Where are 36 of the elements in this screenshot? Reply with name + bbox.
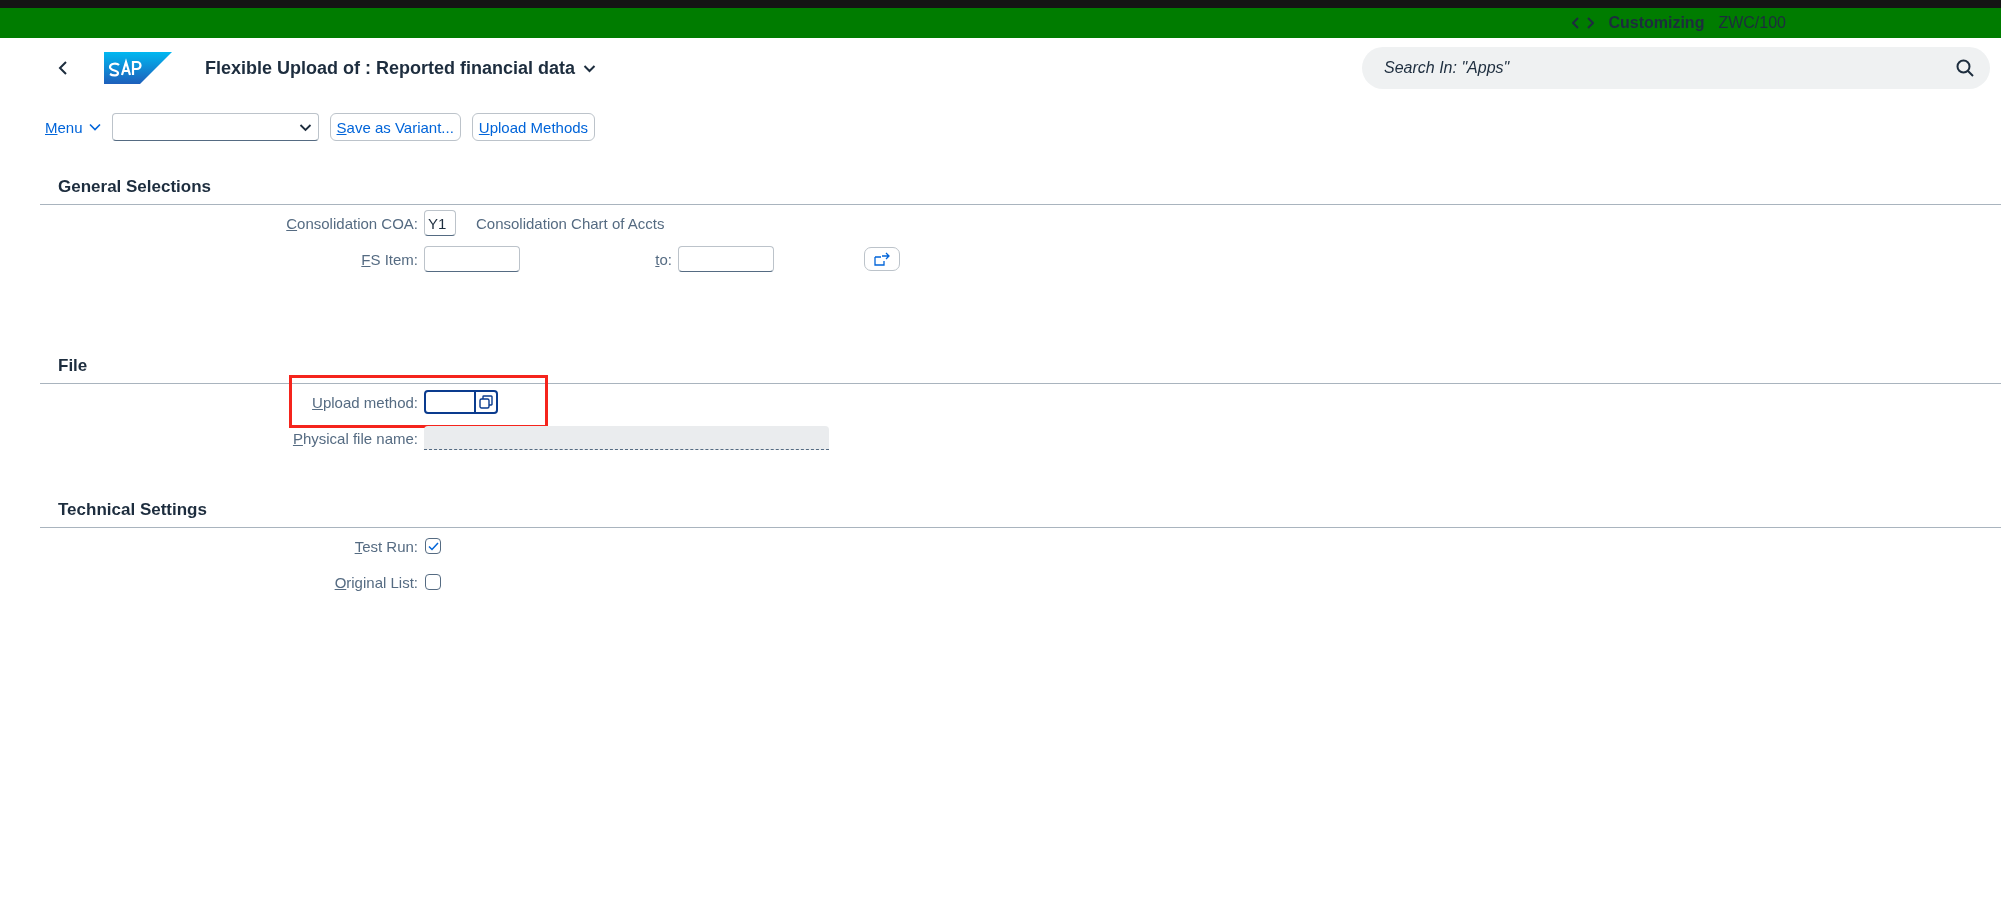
field-label: FS Item: [360,250,419,268]
page-title: Flexible Upload of : Reported financial data [205,57,576,79]
checkbox[interactable] [425,538,441,554]
toolbar-button[interactable]: Save as Variant... [329,113,461,141]
search-field[interactable]: Search In: "Apps" [1362,47,1990,89]
input-field[interactable] [424,390,476,414]
chevron-down-icon [298,122,312,132]
field-label: Original List: [333,573,419,591]
section-title: Technical Settings [40,488,2001,528]
value-help-button[interactable] [476,390,498,414]
arrow-out-of-box-icon [874,252,890,266]
input-field[interactable] [424,426,829,450]
chevron-down-icon[interactable] [583,63,597,73]
input-field[interactable] [678,246,774,272]
checkbox[interactable] [425,574,441,590]
section-title: General Selections [40,165,2001,205]
input-field[interactable] [424,246,520,272]
input-field[interactable]: Y1 [424,210,456,236]
multiple-selection-button[interactable] [864,247,900,271]
search-icon[interactable] [1956,59,1974,77]
system-id: ZWC/100 [1718,14,1786,32]
logo-icon [104,52,172,84]
field-label: Consolidation COA: [285,214,419,232]
chevron-down-icon [88,123,101,131]
field-label: Upload method: [311,393,419,411]
variant-dropdown[interactable] [111,113,319,141]
toolbar-button[interactable]: Upload Methods [471,113,596,141]
field-label: Physical file name: [291,429,419,447]
section-title: File [40,344,2001,384]
field-label: to: [654,250,673,268]
menu-button[interactable]: Menu [45,118,101,136]
field-label: Test Run: [353,537,419,555]
shell-title: Customizing [1608,14,1705,32]
field-description: Consolidation Chart of Accts [476,214,665,232]
value-help-icon [479,395,493,409]
code-brackets-icon[interactable] [1572,17,1595,29]
